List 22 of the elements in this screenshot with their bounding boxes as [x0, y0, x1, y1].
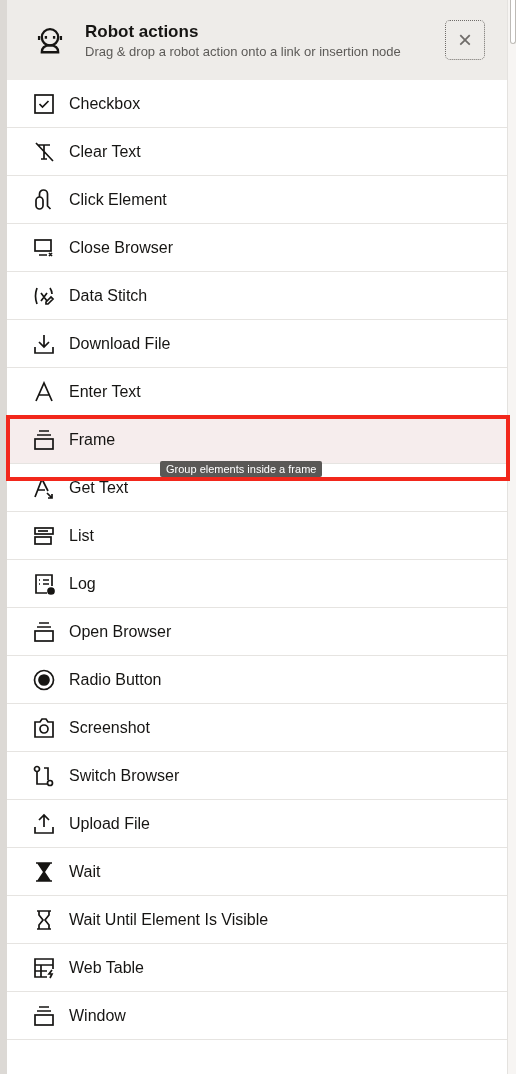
- list-icon: [33, 524, 55, 547]
- hourglass-icon: [33, 860, 55, 883]
- robot-icon: [35, 25, 65, 55]
- panel-subtitle: Drag & drop a robot action onto a link or insertion node: [85, 43, 402, 59]
- action-item[interactable]: Frame: [7, 416, 507, 464]
- download-icon: [33, 332, 55, 355]
- tooltip: Group elements inside a frame: [160, 461, 323, 477]
- table-icon: [33, 956, 55, 979]
- text-strikethrough-icon: [33, 140, 55, 163]
- frame-icon: [33, 620, 55, 643]
- letter-a-icon: [33, 380, 55, 403]
- log-icon: [33, 572, 55, 595]
- frame-icon: [33, 1004, 55, 1027]
- panel-title: Robot actions: [85, 21, 200, 42]
- frame-icon: [33, 428, 55, 451]
- checkbox-icon: [33, 92, 55, 115]
- monitor-close-icon: [33, 236, 55, 259]
- branch-icon: [33, 764, 55, 787]
- upload-icon: [33, 812, 55, 835]
- radio-icon: [33, 668, 55, 691]
- scrollbar[interactable]: [510, 0, 516, 44]
- camera-icon: [33, 716, 55, 739]
